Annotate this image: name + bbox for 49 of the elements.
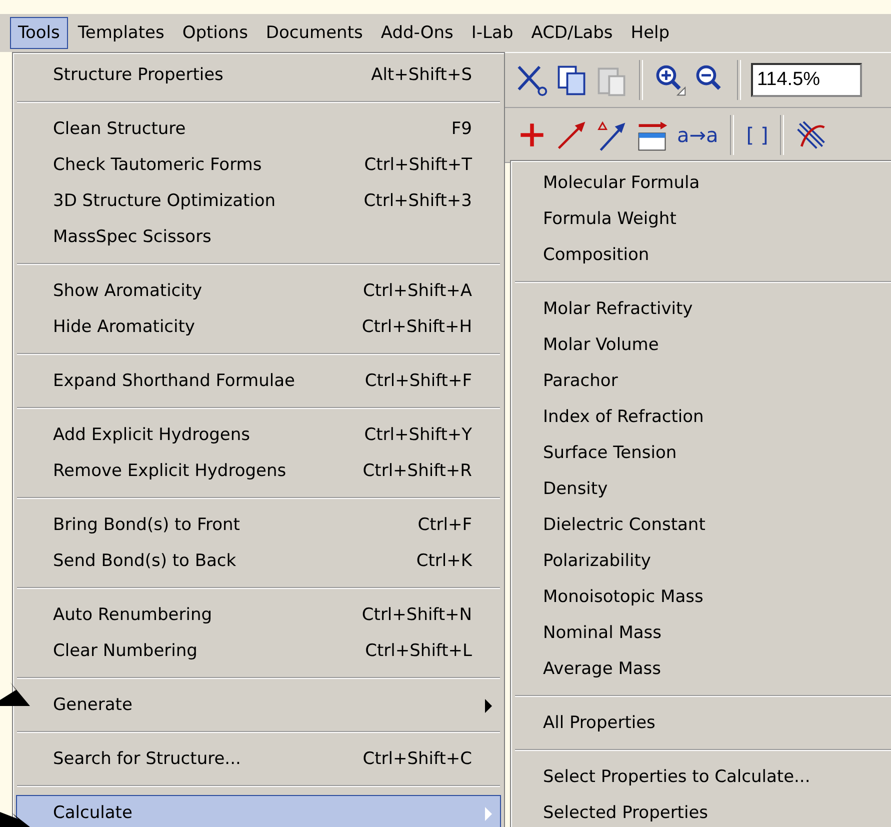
menu-item[interactable]: Average Mass xyxy=(511,651,891,687)
menu-item[interactable]: 3D Structure Optimization Ctrl+Shift+3 xyxy=(16,183,501,219)
submenu-arrow-icon xyxy=(485,807,492,821)
menu-item[interactable]: Molar Refractivity xyxy=(511,291,891,327)
menu-item[interactable]: Surface Tension xyxy=(511,435,891,471)
menu-bar-item[interactable]: Tools xyxy=(10,17,68,49)
menu-item[interactable]: Selected Properties xyxy=(511,795,891,827)
menu-bar-item[interactable]: Templates xyxy=(70,17,172,49)
zoom-field[interactable]: 114.5% xyxy=(751,63,862,97)
menu-item[interactable]: Monoisotopic Mass xyxy=(511,579,891,615)
menu-item[interactable]: Clear Numbering Ctrl+Shift+L xyxy=(16,633,501,669)
menu-item[interactable]: Nominal Mass xyxy=(511,615,891,651)
menu-item[interactable]: Polarizability xyxy=(511,543,891,579)
pointer-arrow xyxy=(0,812,30,827)
menu-item[interactable]: Send Bond(s) to Back Ctrl+K xyxy=(16,543,501,579)
submenu-arrow-icon xyxy=(485,699,492,713)
menu-item[interactable]: MassSpec Scissors xyxy=(16,219,501,255)
menu-item[interactable]: All Properties xyxy=(511,705,891,741)
menu-item[interactable]: Molar Volume xyxy=(511,327,891,363)
menu-item[interactable]: Composition xyxy=(511,237,891,273)
menu-bar-item[interactable]: I-Lab xyxy=(463,17,522,49)
menu-item[interactable]: Add Explicit Hydrogens Ctrl+Shift+Y xyxy=(16,417,501,453)
menu-bar-item[interactable]: Add-Ons xyxy=(372,17,462,49)
menu-item[interactable]: Show Aromaticity Ctrl+Shift+A xyxy=(16,273,501,309)
scissors-icon[interactable] xyxy=(515,63,549,97)
map-atoms-button[interactable]: a→a xyxy=(675,123,720,147)
menu-bar-item[interactable]: Help xyxy=(622,17,678,49)
menu-bar-item[interactable]: Documents xyxy=(258,17,371,49)
menu-item[interactable]: Clean Structure F9 xyxy=(16,111,501,147)
menu-item[interactable]: Structure Properties Alt+Shift+S xyxy=(16,57,501,93)
menu-item[interactable]: Expand Shorthand Formulae Ctrl+Shift+F xyxy=(16,363,501,399)
menu-bar-item[interactable]: ACD/Labs xyxy=(523,17,621,49)
menu-item[interactable]: Generate xyxy=(16,687,501,723)
bracket-button[interactable]: [ ] xyxy=(744,123,770,147)
menu-item[interactable]: Index of Refraction xyxy=(511,399,891,435)
menu-item[interactable]: Hide Aromaticity Ctrl+Shift+H xyxy=(16,309,501,345)
menu-item[interactable]: Auto Renumbering Ctrl+Shift+N xyxy=(16,597,501,633)
menu-item[interactable]: Dielectric Constant xyxy=(511,507,891,543)
menu-item[interactable]: Parachor xyxy=(511,363,891,399)
menu-item[interactable]: Select Properties to Calculate... xyxy=(511,759,891,795)
menu-item[interactable]: Remove Explicit Hydrogens Ctrl+Shift+R xyxy=(16,453,501,489)
menu-item[interactable]: Check Tautomeric Forms Ctrl+Shift+T xyxy=(16,147,501,183)
menu-item[interactable]: Bring Bond(s) to Front Ctrl+F xyxy=(16,507,501,543)
menu-item[interactable]: Density xyxy=(511,471,891,507)
menu-item[interactable]: Formula Weight xyxy=(511,201,891,237)
menu-item[interactable]: Calculate xyxy=(16,795,501,827)
menu-item[interactable]: Search for Structure... Ctrl+Shift+C xyxy=(16,741,501,777)
menu-item[interactable]: Molecular Formula xyxy=(511,165,891,201)
menu-bar-item[interactable]: Options xyxy=(174,17,256,49)
